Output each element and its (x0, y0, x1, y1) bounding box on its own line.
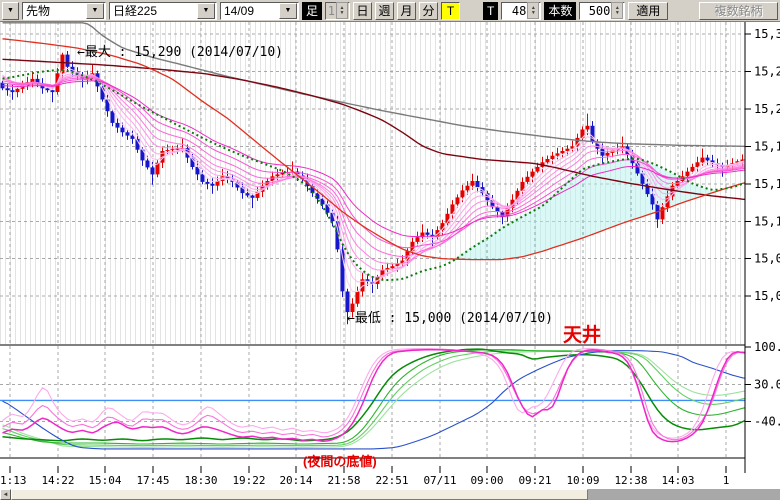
contract-month-combo[interactable]: 14/09 ▼ (220, 2, 299, 20)
time-tick-label: 09:21 (518, 474, 551, 487)
bar-count-value: 500 (580, 4, 611, 18)
spinner-updown-icon: ▲▼ (611, 2, 623, 19)
chart-annotation: 天井 (563, 324, 601, 346)
chart-annotation: ←最大 : 15,290 (2014/07/10) (77, 45, 283, 60)
chevron-down-icon[interactable]: ▼ (86, 3, 104, 19)
time-tick-label: 14:22 (41, 474, 74, 487)
time-tick-label: 22:51 (375, 474, 408, 487)
spinner-updown-icon: ▲▼ (336, 2, 348, 19)
price-tick-label: 15,190 (754, 139, 780, 153)
axes (0, 22, 751, 473)
time-tick-label: 20:14 (279, 474, 312, 487)
period-minute-button[interactable]: 分 (419, 2, 438, 20)
tick-count-value: 48 (502, 4, 527, 18)
multi-symbol-button[interactable]: 複数銘柄 (699, 2, 778, 20)
price-tick-label: 15,310 (754, 27, 780, 41)
tick-count-label: T (483, 2, 498, 20)
price-tick-label: 15,270 (754, 65, 780, 79)
price-tick-label: 15,230 (754, 102, 780, 116)
cloud-layer (454, 159, 722, 260)
time-tick-label: 09:00 (470, 474, 503, 487)
osc-tick-label: 100.00 (754, 340, 780, 354)
chart-area: 15,310 15,270 15,230 15,190 15,150 15,110 15,0… (0, 22, 780, 489)
period-tick-button[interactable]: T (441, 2, 460, 20)
time-tick-label: 14:03 (661, 474, 694, 487)
moving-averages-layer (3, 23, 748, 280)
hidden-combo-dropdown-button[interactable]: ▼ (2, 2, 19, 20)
time-tick-label: 17:45 (136, 474, 169, 487)
symbol-combo-value: 日経225 (110, 2, 197, 19)
bar-type-label: 足 (302, 2, 322, 20)
scroll-left-button[interactable]: ◄ (0, 489, 11, 500)
time-tick-label: 11:13 (0, 474, 27, 487)
oscillator-panel (0, 349, 748, 449)
price-panel (1, 23, 750, 324)
osc-tick-label: 30.00 (754, 377, 780, 391)
time-tick-label: 18:30 (184, 474, 217, 487)
bar-count-spinner[interactable]: 500 ▲▼ (579, 2, 625, 20)
chart-window: ▼ 先物 ▼ 日経225 ▼ 14/09 ▼ 足 1 ▲▼ 日 週 月 分 T … (0, 0, 780, 500)
time-tick-label: 21:58 (327, 474, 360, 487)
price-tick-label: 15,150 (754, 177, 780, 191)
spinner-updown-icon: ▲▼ (527, 2, 539, 19)
chart-annotation: (夜間の底値) (303, 454, 377, 469)
instrument-combo[interactable]: 先物 ▼ (22, 2, 106, 20)
candles-layer (1, 51, 750, 324)
axis-labels: 15,310 15,270 15,230 15,190 15,150 15,110 15,0… (0, 27, 780, 487)
time-tick-label: 1 (723, 474, 730, 487)
instrument-combo-value: 先物 (23, 2, 86, 19)
osc-tick-label: -40.00 (754, 415, 780, 429)
bar-interval-spinner: 1 ▲▼ (325, 2, 350, 20)
scrollbar-thumb[interactable] (11, 489, 588, 500)
chart-root: 15,310 15,270 15,230 15,190 15,150 15,110 15,0… (0, 22, 780, 487)
chevron-down-icon: ▼ (7, 7, 14, 14)
osc-magenta-bright (3, 350, 748, 442)
tick-count-spinner[interactable]: 48 ▲▼ (501, 2, 541, 20)
chevron-down-icon[interactable]: ▼ (197, 3, 215, 19)
horizontal-scrollbar[interactable]: ◄ (0, 489, 780, 500)
time-tick-label: 15:04 (88, 474, 121, 487)
left-arrow-icon: ◄ (3, 492, 9, 498)
chevron-down-icon[interactable]: ▼ (279, 3, 297, 19)
price-tick-label: 15,110 (754, 214, 780, 228)
toolbar: ▼ 先物 ▼ 日経225 ▼ 14/09 ▼ 足 1 ▲▼ 日 週 月 分 T … (0, 0, 780, 22)
osc-green-2 (3, 350, 748, 444)
time-tick-label: 19:22 (232, 474, 265, 487)
time-tick-label: 10:09 (566, 474, 599, 487)
price-tick-label: 15,030 (754, 289, 780, 303)
apply-button[interactable]: 適用 (628, 2, 668, 20)
price-tick-label: 15,070 (754, 252, 780, 266)
chart-canvas[interactable]: 15,310 15,270 15,230 15,190 15,150 15,110 15,0… (0, 22, 780, 489)
symbol-combo[interactable]: 日経225 ▼ (109, 2, 217, 20)
period-month-button[interactable]: 月 (397, 2, 416, 20)
chart-annotation: ←最低 : 15,000 (2014/07/10) (347, 311, 553, 326)
contract-month-combo-value: 14/09 (221, 4, 279, 18)
time-tick-label: 07/11 (423, 474, 456, 487)
period-day-button[interactable]: 日 (353, 2, 372, 20)
bar-count-label: 本数 (544, 2, 576, 20)
bar-interval-value: 1 (326, 4, 336, 18)
time-tick-label: 12:38 (614, 474, 647, 487)
period-week-button[interactable]: 週 (375, 2, 394, 20)
